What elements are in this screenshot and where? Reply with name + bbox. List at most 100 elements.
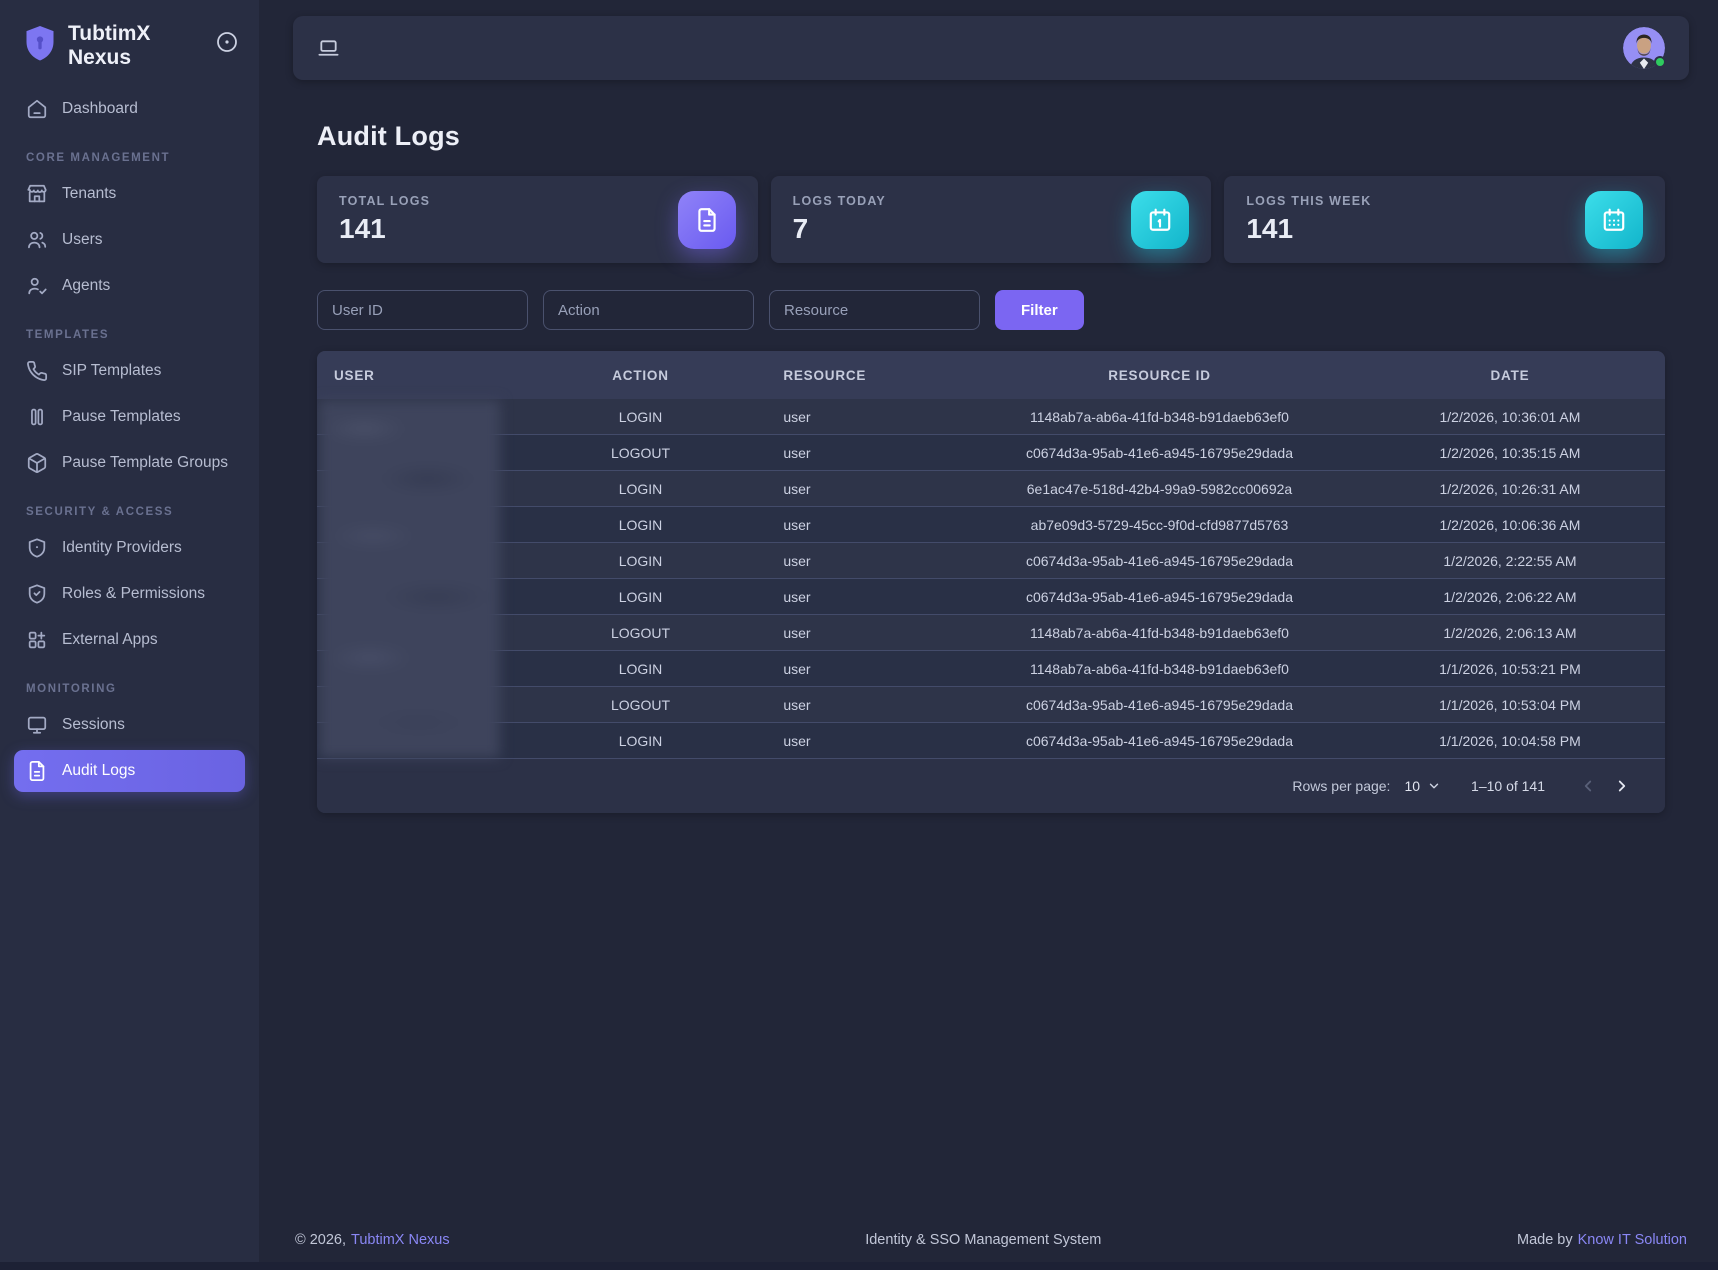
sidebar-item-pause-templates[interactable]: Pause Templates <box>14 396 245 438</box>
cell-resource: user <box>775 409 964 425</box>
cell-date: 1/2/2026, 2:22:55 AM <box>1355 553 1665 569</box>
stat-card-total-logs: TOTAL LOGS 141 <box>317 176 758 263</box>
monitor-icon <box>26 714 48 736</box>
sidebar-item-audit-logs[interactable]: Audit Logs <box>14 750 245 792</box>
table-row: LOGOUT user c0674d3a-95ab-41e6-a945-1679… <box>317 435 1665 471</box>
column-header-user: USER <box>317 368 506 383</box>
sidebar-item-external-apps[interactable]: External Apps <box>14 619 245 661</box>
pagination: Rows per page: 10 1–10 of 141 <box>317 759 1665 813</box>
column-header-resource-id: RESOURCE ID <box>964 368 1355 383</box>
package-icon <box>26 452 48 474</box>
grid-plus-icon <box>26 629 48 651</box>
topbar <box>293 16 1689 80</box>
cell-resource-id: ab7e09d3-5729-45cc-9f0d-cfd9877d5763 <box>964 517 1355 533</box>
sidebar-section-security-access: SECURITY & ACCESS <box>26 506 233 518</box>
sidebar-item-users[interactable]: Users <box>14 219 245 261</box>
rows-per-page-value: 10 <box>1404 778 1420 794</box>
filter-bar: Filter <box>317 290 1665 330</box>
calendar-days-icon <box>1585 191 1643 249</box>
column-header-date: DATE <box>1355 368 1665 383</box>
sidebar-item-label: Pause Templates <box>62 408 181 426</box>
cell-resource: user <box>775 553 964 569</box>
sidebar-item-sip-templates[interactable]: SIP Templates <box>14 350 245 392</box>
cell-action: LOGIN <box>506 409 776 425</box>
sidebar-section-monitoring: MONITORING <box>26 683 233 695</box>
sidebar-item-label: Identity Providers <box>62 539 182 557</box>
file-text-icon <box>26 760 48 782</box>
sidebar-item-sessions[interactable]: Sessions <box>14 704 245 746</box>
cell-date: 1/2/2026, 10:06:36 AM <box>1355 517 1665 533</box>
sidebar-item-label: Audit Logs <box>62 762 135 780</box>
bottom-edge <box>0 1262 1718 1270</box>
shield-logo-icon <box>22 24 58 64</box>
cell-date: 1/2/2026, 2:06:22 AM <box>1355 589 1665 605</box>
sidebar-item-tenants[interactable]: Tenants <box>14 173 245 215</box>
file-text-icon <box>678 191 736 249</box>
audit-logs-table: USER ACTION RESOURCE RESOURCE ID DATE LO… <box>317 351 1665 813</box>
phone-icon <box>26 360 48 382</box>
sidebar-item-roles-permissions[interactable]: Roles & Permissions <box>14 573 245 615</box>
cell-action: LOGIN <box>506 661 776 677</box>
cell-resource: user <box>775 697 964 713</box>
cell-date: 1/2/2026, 10:26:31 AM <box>1355 481 1665 497</box>
sidebar-item-label: Sessions <box>62 716 125 734</box>
home-icon <box>26 98 48 120</box>
table-row: LOGIN user c0674d3a-95ab-41e6-a945-16795… <box>317 543 1665 579</box>
sidebar-item-label: External Apps <box>62 631 158 649</box>
sidebar-item-label: Users <box>62 231 102 249</box>
resource-input[interactable] <box>769 290 980 330</box>
cell-date: 1/2/2026, 10:35:15 AM <box>1355 445 1665 461</box>
filter-button[interactable]: Filter <box>995 290 1084 330</box>
table-header: USER ACTION RESOURCE RESOURCE ID DATE <box>317 351 1665 399</box>
cell-resource-id: c0674d3a-95ab-41e6-a945-16795e29dada <box>964 733 1355 749</box>
stat-value: 141 <box>339 213 430 245</box>
cell-date: 1/1/2026, 10:53:21 PM <box>1355 661 1665 677</box>
cell-action: LOGIN <box>506 589 776 605</box>
cell-resource: user <box>775 733 964 749</box>
sidebar-item-label: Tenants <box>62 185 116 203</box>
stat-value: 141 <box>1246 213 1371 245</box>
cell-resource: user <box>775 481 964 497</box>
column-header-resource: RESOURCE <box>775 368 964 383</box>
cell-resource: user <box>775 625 964 641</box>
chevron-left-icon <box>1579 777 1597 795</box>
cell-resource-id: 6e1ac47e-518d-42b4-99a9-5982cc00692a <box>964 481 1355 497</box>
cell-resource: user <box>775 661 964 677</box>
sidebar-item-identity-providers[interactable]: Identity Providers <box>14 527 245 569</box>
users-icon <box>26 229 48 251</box>
rows-per-page-select[interactable]: 10 <box>1404 778 1441 794</box>
sidebar-item-label: Roles & Permissions <box>62 585 205 603</box>
pause-icon <box>26 406 48 428</box>
cell-resource-id: c0674d3a-95ab-41e6-a945-16795e29dada <box>964 697 1355 713</box>
previous-page-button[interactable] <box>1571 769 1605 803</box>
storefront-icon <box>26 183 48 205</box>
table-row: LOGIN user 1148ab7a-ab6a-41fd-b348-b91da… <box>317 399 1665 435</box>
action-input[interactable] <box>543 290 754 330</box>
sidebar: TubtimX Nexus Dashboard CORE MANAGEMENT … <box>0 0 259 1270</box>
next-page-button[interactable] <box>1605 769 1639 803</box>
online-status-dot <box>1654 56 1666 68</box>
sidebar-item-dashboard[interactable]: Dashboard <box>14 88 245 130</box>
footer-madeby-link[interactable]: Know IT Solution <box>1578 1232 1687 1248</box>
sidebar-item-agents[interactable]: Agents <box>14 265 245 307</box>
table-row: LOGOUT user 1148ab7a-ab6a-41fd-b348-b91d… <box>317 615 1665 651</box>
stat-value: 7 <box>793 213 886 245</box>
user-id-input[interactable] <box>317 290 528 330</box>
user-check-icon <box>26 275 48 297</box>
made-by-text: Made by <box>1517 1232 1573 1248</box>
laptop-icon <box>317 37 340 60</box>
stat-card-logs-today: LOGS TODAY 7 <box>771 176 1212 263</box>
cell-resource-id: c0674d3a-95ab-41e6-a945-16795e29dada <box>964 445 1355 461</box>
sidebar-item-pause-template-groups[interactable]: Pause Template Groups <box>14 442 245 484</box>
table-row: LOGIN user ab7e09d3-5729-45cc-9f0d-cfd98… <box>317 507 1665 543</box>
user-avatar[interactable] <box>1623 27 1665 69</box>
circle-dot-icon[interactable] <box>215 30 239 54</box>
cell-action: LOGOUT <box>506 697 776 713</box>
footer-brand-link[interactable]: TubtimX Nexus <box>351 1232 450 1248</box>
cell-date: 1/1/2026, 10:53:04 PM <box>1355 697 1665 713</box>
cell-action: LOGIN <box>506 553 776 569</box>
sidebar-section-templates: TEMPLATES <box>26 329 233 341</box>
table-row: LOGIN user c0674d3a-95ab-41e6-a945-16795… <box>317 723 1665 759</box>
page-content: Audit Logs TOTAL LOGS 141 LOGS TODAY 7 L… <box>293 80 1689 813</box>
cell-action: LOGIN <box>506 733 776 749</box>
